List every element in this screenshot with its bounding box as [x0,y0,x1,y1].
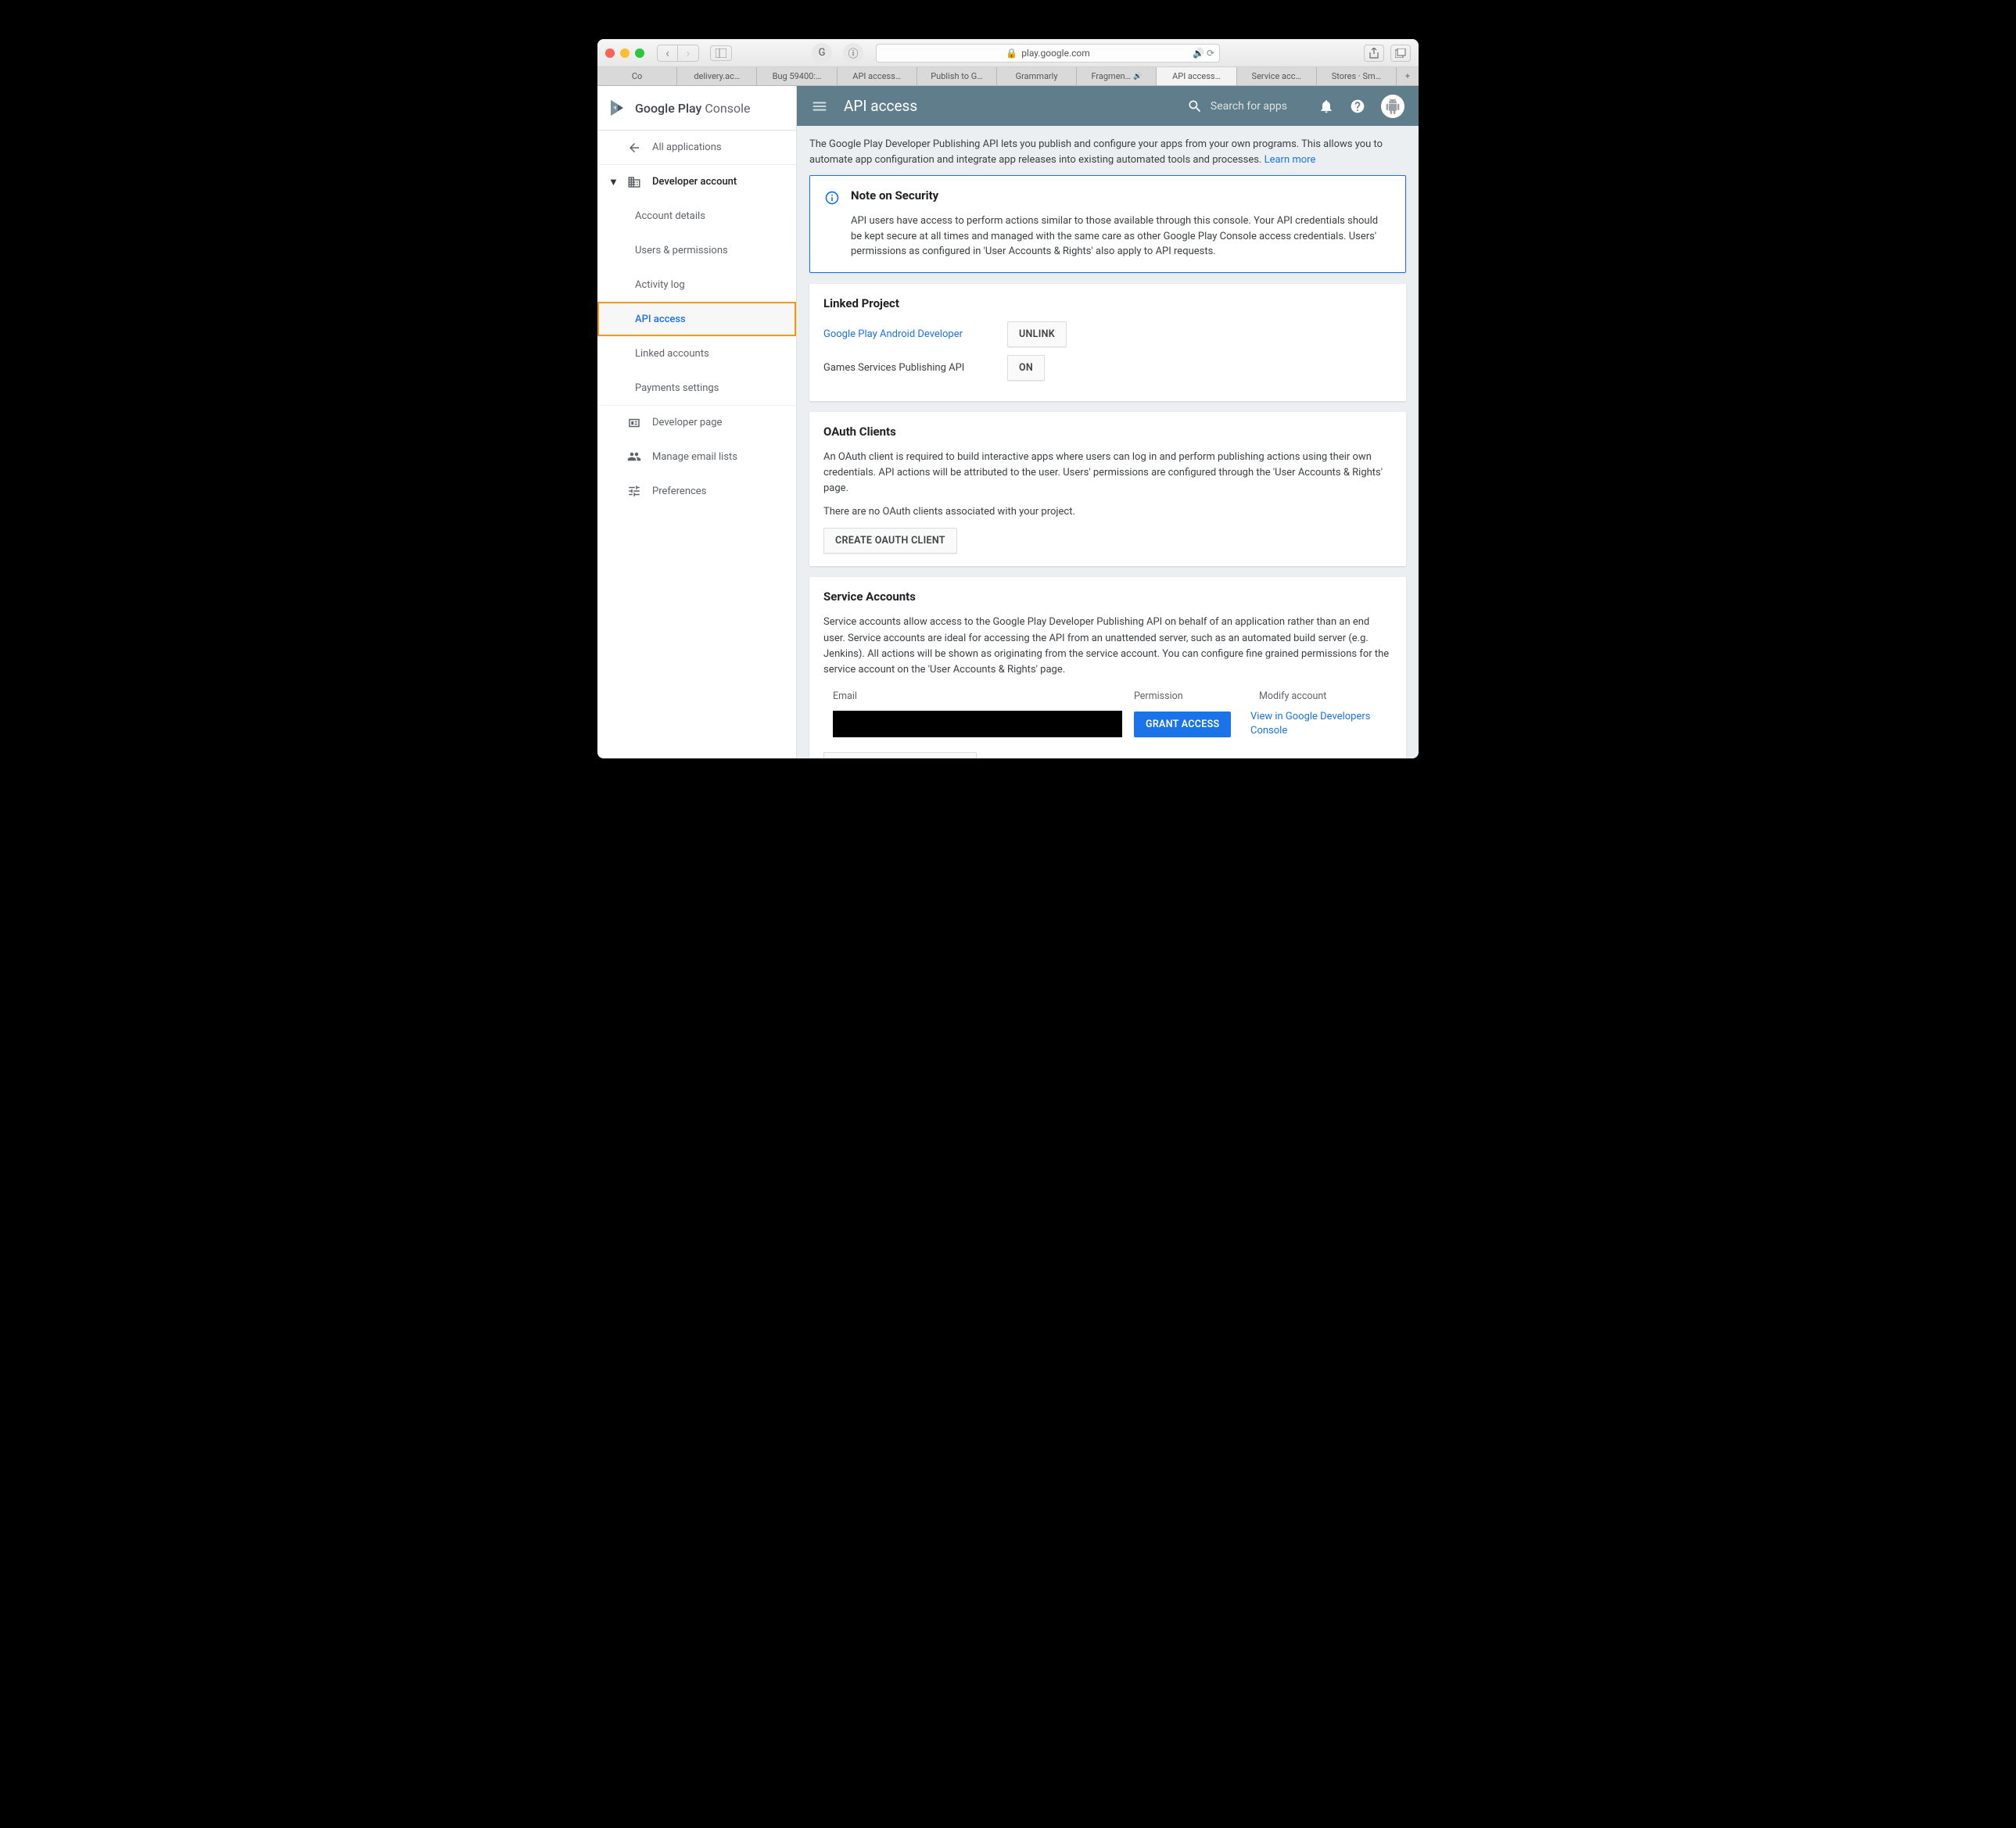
search-icon [1187,99,1203,114]
content-area: The Google Play Developer Publishing API… [797,126,1419,758]
browser-tab[interactable]: Bug 59400:… [757,67,837,85]
table-row: GRANT ACCESS View in Google Developers C… [823,707,1392,741]
oauth-desc: An OAuth client is required to build int… [823,450,1392,496]
close-icon[interactable] [605,48,615,58]
forward-button[interactable]: › [678,45,698,61]
webpage-icon [627,416,641,430]
info-icon [824,190,840,260]
extension-icon[interactable]: G [812,43,832,63]
th-permission: Permission [1134,690,1259,702]
security-note: Note on Security API users have access t… [809,175,1406,273]
oauth-title: OAuth Clients [823,425,1392,439]
project-link[interactable]: Google Play Android Developer [823,328,1007,340]
tab-strip: Codelivery.ac…Bug 59400:…API access…Publ… [597,67,1419,86]
linked-project-card: Linked Project Google Play Android Devel… [809,284,1406,401]
browser-tab[interactable]: Stores · Sm… [1317,67,1397,85]
service-accounts-card: Service Accounts Service accounts allow … [809,577,1406,758]
games-toggle[interactable]: ON [1007,355,1045,381]
minimize-icon[interactable] [620,48,630,58]
create-service-account-button[interactable]: CREATE SERVICE ACCOUNT [823,752,977,758]
svc-title: Service Accounts [823,590,1392,604]
note-title: Note on Security [851,188,1391,203]
audio-icon[interactable]: 🔊 [1193,48,1204,59]
url-text: play.google.com [1021,48,1090,59]
browser-tab[interactable]: API access… [838,67,917,85]
learn-more-link[interactable]: Learn more [1264,154,1316,166]
sidebar-toggle[interactable] [710,45,732,61]
android-icon [1385,99,1401,114]
note-body: API users have access to perform actions… [851,213,1391,260]
view-console-link[interactable]: View in Google Developers Console [1250,710,1383,738]
sidebar-subitem[interactable]: Account details [597,199,796,233]
sidebar-developer-page[interactable]: Developer page [597,405,796,439]
share-icon[interactable] [1364,45,1384,62]
sidebar-subitem[interactable]: API access [597,302,796,336]
browser-tab[interactable]: Co [597,67,677,85]
sidebar-manage-email[interactable]: Manage email lists [597,439,796,474]
search[interactable]: Search for apps [1187,99,1287,114]
sidebar-subitem[interactable]: Payments settings [597,371,796,405]
bell-icon[interactable] [1318,99,1334,114]
play-console-logo-icon [608,99,627,117]
browser-tab[interactable]: Service acc… [1237,67,1317,85]
brand-text: Google Play Console [635,101,751,116]
traffic-lights [605,48,644,58]
sidebar-preferences[interactable]: Preferences [597,474,796,508]
people-icon [627,450,641,464]
maximize-icon[interactable] [635,48,644,58]
tune-icon [627,484,641,498]
grant-access-button[interactable]: GRANT ACCESS [1134,711,1231,737]
titlebar: ‹ › G ⓘ 🔒 play.google.com 🔊 ⟳ [597,39,1419,67]
create-oauth-button[interactable]: CREATE OAUTH CLIENT [823,528,957,554]
app-bar: API access Search for apps [797,86,1419,126]
linked-title: Linked Project [823,296,1392,310]
intro-text: The Google Play Developer Publishing API… [809,137,1406,167]
games-api-label: Games Services Publishing API [823,362,1007,374]
browser-tab[interactable]: API access… [1157,67,1236,85]
menu-icon[interactable] [811,98,828,115]
avatar[interactable] [1381,95,1404,118]
th-email: Email [833,690,1134,702]
th-modify: Modify account [1259,690,1383,702]
help-icon[interactable] [1350,99,1365,114]
sidebar-subitem[interactable]: Linked accounts [597,336,796,371]
sidebar-subitem[interactable]: Activity log [597,267,796,302]
brand[interactable]: Google Play Console [597,86,796,130]
reload-icon[interactable]: ⟳ [1207,48,1214,59]
lock-icon: 🔒 [1006,48,1017,59]
sidebar-subitems: Account detailsUsers & permissionsActivi… [597,199,796,405]
sidebar-subitem[interactable]: Users & permissions [597,233,796,267]
sidebar: Google Play Console All applications ▼ D… [597,86,797,758]
nav-arrows: ‹ › [657,45,699,62]
oauth-card: OAuth Clients An OAuth client is require… [809,412,1406,567]
unlink-button[interactable]: UNLINK [1007,321,1067,347]
app-body: Google Play Console All applications ▼ D… [597,86,1419,758]
business-icon [627,175,641,189]
back-button[interactable]: ‹ [658,45,678,61]
svc-desc: Service accounts allow access to the Goo… [823,615,1392,678]
chevron-down-icon: ▼ [608,176,616,188]
tabs-icon[interactable] [1390,45,1411,62]
back-arrow-icon [627,141,641,155]
url-bar[interactable]: 🔒 play.google.com 🔊 ⟳ [876,44,1220,63]
browser-tab[interactable]: Fragmen…🔊 [1077,67,1157,85]
new-tab-button[interactable]: + [1397,67,1419,85]
main-panel: API access Search for apps The [797,86,1419,758]
browser-window: ‹ › G ⓘ 🔒 play.google.com 🔊 ⟳ Codelive [597,39,1419,758]
page-title: API access [844,97,917,115]
browser-tab[interactable]: Grammarly [997,67,1077,85]
browser-tab[interactable]: delivery.ac… [677,67,757,85]
browser-tab[interactable]: Publish to G… [917,67,997,85]
info-icon[interactable]: ⓘ [843,43,863,63]
oauth-empty: There are no OAuth clients associated wi… [823,504,1392,520]
sidebar-all-applications[interactable]: All applications [597,130,796,164]
table-header: Email Permission Modify account [823,686,1392,707]
sidebar-developer-account[interactable]: ▼ Developer account [597,164,796,199]
redacted-email [833,711,1122,737]
